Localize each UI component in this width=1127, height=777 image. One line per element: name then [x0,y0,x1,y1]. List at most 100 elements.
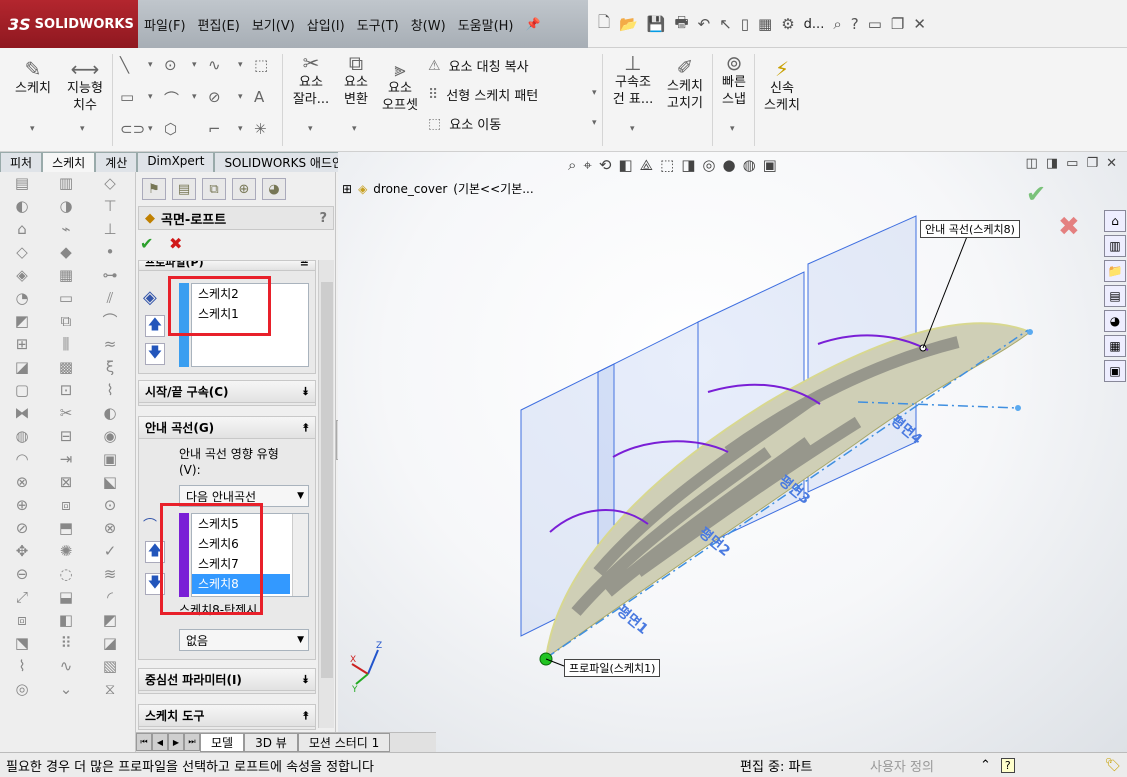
surface-sweep-icon[interactable]: ⌁ [61,218,70,241]
chevron-down-icon[interactable]: ▾ [192,60,197,70]
radiate-surface-icon[interactable]: ✺ [60,540,73,563]
curvature-icon[interactable]: ◜ [107,586,113,609]
offset-surface-icon[interactable]: ⧉ [61,310,72,333]
chamfer-icon[interactable]: ⌐ [208,120,221,138]
rapid-sketch-button[interactable]: ⚡ 신속 스케치 [756,58,808,114]
surface-revolve-icon[interactable]: ◑ [59,195,72,218]
ruled-surface-icon[interactable]: ⫼ [63,333,70,356]
chevron-down-icon[interactable]: ▾ [308,124,313,134]
prev-tab-icon[interactable]: ◀ [152,733,168,751]
cut-surface-icon[interactable]: ◧ [59,609,73,632]
move-up-button[interactable]: 🡅 [145,315,165,337]
rib-icon[interactable]: ⊞ [16,333,29,356]
chevron-down-icon[interactable]: ▾ [730,124,735,134]
line-icon[interactable]: ╲ [120,56,129,74]
property-manager-tab[interactable]: ▤ [172,178,196,200]
open-icon[interactable]: 📂 [619,15,638,33]
chevron-down-icon[interactable]: ▾ [148,124,153,134]
helix-icon[interactable]: ⌇ [106,379,113,402]
menu-insert[interactable]: 삽입(I) [301,15,351,34]
cut-icon[interactable]: ⬔ [15,632,29,655]
profiles-header[interactable]: 프로파일(P) ≙ [139,261,315,271]
loft-icon[interactable]: ◇ [16,241,28,264]
knit-surface-icon[interactable]: ⊡ [60,379,73,402]
last-tab-icon[interactable]: ⏭ [184,733,200,751]
delete-face-icon[interactable]: ⊠ [60,471,73,494]
menu-help[interactable]: 도움말(H) [452,15,520,34]
zebra-icon[interactable]: ≋ [104,563,117,586]
chevron-down-icon[interactable]: ▾ [592,88,597,98]
menu-file[interactable]: 파일(F) [138,15,192,34]
surface-loft-icon[interactable]: ◆ [60,241,72,264]
pattern-grid-icon[interactable]: ⠿ [61,632,72,655]
restore-icon[interactable]: ❐ [891,15,904,33]
extend-surface-icon[interactable]: ⇥ [60,448,73,471]
rebuild-icon[interactable]: ▯ [741,15,749,33]
mate-ref-icon[interactable]: ⊶ [103,264,118,287]
fill-surface-icon[interactable]: ▩ [59,356,73,379]
chevron-up-icon[interactable]: ⌃ [980,758,991,773]
untrim-surface-icon[interactable]: ⊟ [60,425,73,448]
arc-icon[interactable]: ⌒ [164,88,179,109]
shell-icon[interactable]: ▢ [15,379,29,402]
list-item[interactable]: 스케치1 [192,304,308,324]
pm-scrollbar[interactable] [318,260,334,728]
move-down-button[interactable]: 🡇 [145,343,165,365]
chevron-down-icon[interactable]: ▾ [192,92,197,102]
fillet-icon[interactable]: ◔ [15,287,28,310]
trim-surface-icon[interactable]: ✂ [60,402,73,425]
planar-surface-icon[interactable]: ▭ [59,287,73,310]
hide-show-items-icon[interactable]: ◎ [702,156,715,174]
display-manager-tab[interactable]: ◕ [262,178,286,200]
custom-properties-icon[interactable]: ▦ [1104,335,1126,357]
list-item[interactable]: 스케치2 [192,284,308,304]
tab-motion-study[interactable]: 모션 스터디 1 [297,733,391,752]
linear-pattern-button[interactable]: ⠿ 선형 스케치 패턴 [428,85,538,105]
convert-entities-button[interactable]: ⧉ 요소 변환 [336,52,376,108]
unit-system[interactable]: 사용자 정의 [870,756,980,775]
deform-icon[interactable]: ◎ [15,678,28,701]
hide-show-icon[interactable]: ◐ [103,402,116,425]
list-item[interactable]: 스케치7 [192,554,308,574]
smart-dimension-button[interactable]: ⟷ 지능형 치수 [60,58,110,114]
spline-icon[interactable]: ∿ [208,56,221,74]
coord-system-icon[interactable]: ⊥ [103,218,116,241]
next-tab-icon[interactable]: ▶ [168,733,184,751]
mirror-entities-button[interactable]: ⚠ 요소 대칭 복사 [428,56,529,76]
move-up-button[interactable]: 🡅 [145,541,165,563]
help-icon[interactable]: ? [851,15,859,33]
confirm-ok-icon[interactable]: ✔ [1026,180,1046,208]
menu-view[interactable]: 보기(V) [246,15,301,34]
cancel-button[interactable]: ✖ [169,234,182,253]
move-entities-button[interactable]: ⬚ 요소 이동 [428,114,501,134]
options-icon[interactable]: ⚙ [781,15,794,33]
search-icon[interactable]: ⌕ [833,15,841,33]
text-icon[interactable]: A [254,88,264,106]
menu-window[interactable]: 창(W) [405,15,452,34]
freeform-icon[interactable]: ◌ [59,563,72,586]
guide-curves-list[interactable]: 스케치5 스케치6 스케치7 스케치8 [191,513,309,597]
menu-edit[interactable]: 편집(E) [192,15,246,34]
sweep-icon[interactable]: ⌂ [17,218,27,241]
configuration-manager-tab[interactable]: ⧉ [202,178,226,200]
home-icon[interactable]: ⌂ [1104,210,1126,232]
chamfer-icon[interactable]: ◩ [15,310,29,333]
move-body-icon[interactable]: ✥ [16,540,29,563]
new-doc-icon[interactable]: 🗋 [598,12,610,37]
point-ref-icon[interactable]: • [106,241,115,264]
pin-icon[interactable]: 📌 [526,17,541,31]
ok-button[interactable]: ✔ [140,234,153,253]
help-button[interactable]: ? [319,211,327,226]
minimize-icon[interactable]: ▭ [1066,156,1078,171]
appearance-icon[interactable]: ◉ [103,425,116,448]
dynamic-annotation-icon[interactable]: ⟁ [640,156,653,174]
tab-3d-view[interactable]: 3D 뷰 [244,733,298,752]
draft-icon[interactable]: ◪ [15,356,29,379]
select-icon[interactable]: ↖ [719,15,732,33]
chevron-down-icon[interactable]: ▾ [30,124,35,134]
thicken-icon[interactable]: ⧈ [17,609,27,632]
edit-appearance-icon[interactable]: ● [722,156,735,174]
split-line-icon[interactable]: ⫽ [107,287,114,310]
file-properties-icon[interactable]: ▦ [758,15,772,33]
close-icon[interactable]: ✕ [913,15,926,33]
